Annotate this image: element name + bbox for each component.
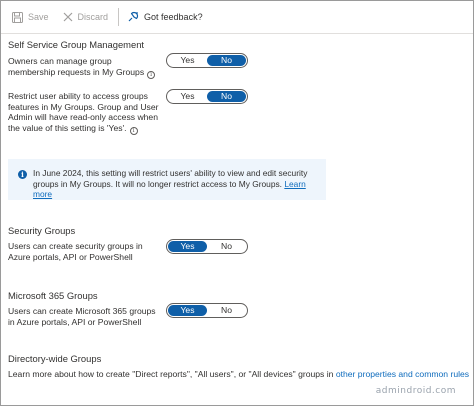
info-banner: i In June 2024, this setting will restri… — [8, 159, 326, 200]
owners-manage-label: Owners can manage group membership reque… — [8, 56, 160, 79]
m365-groups-toggle[interactable]: Yes No — [166, 303, 248, 318]
info-banner-message: In June 2024, this setting will restrict… — [33, 168, 308, 189]
watermark: admindroid.com — [375, 386, 456, 396]
info-icon[interactable]: i — [147, 70, 156, 79]
section-title-security-groups: Security Groups — [8, 225, 76, 236]
save-label: Save — [28, 12, 49, 22]
info-icon[interactable]: i — [129, 126, 138, 135]
section-title-directory-wide: Directory-wide Groups — [8, 353, 102, 364]
m365-groups-no[interactable]: No — [207, 305, 246, 316]
discard-label: Discard — [77, 12, 109, 22]
security-groups-yes[interactable]: Yes — [168, 241, 207, 252]
info-icon: i — [18, 170, 27, 179]
restrict-access-label: Restrict user ability to access groups f… — [8, 91, 160, 135]
restrict-access-yes[interactable]: Yes — [168, 91, 207, 102]
section-title-self-service: Self Service Group Management — [8, 39, 145, 50]
directory-wide-text: Learn more about how to create "Direct r… — [8, 369, 469, 379]
discard-button[interactable]: Discard — [63, 7, 109, 27]
feedback-button[interactable]: Got feedback? — [127, 7, 203, 27]
save-icon — [12, 11, 23, 23]
restrict-access-text: Restrict user ability to access groups f… — [8, 91, 159, 133]
m365-groups-label: Users can create Microsoft 365 groups in… — [8, 306, 156, 327]
info-banner-text: In June 2024, this setting will restrict… — [33, 168, 318, 200]
toolbar-divider — [118, 8, 120, 26]
m365-groups-yes[interactable]: Yes — [168, 305, 207, 316]
feedback-label: Got feedback? — [144, 12, 203, 22]
directory-wide-message: Learn more about how to create "Direct r… — [8, 369, 334, 379]
common-rules-link[interactable]: other properties and common rules — [336, 369, 469, 379]
command-bar: Save Discard Got feedback? — [1, 1, 473, 34]
owners-manage-toggle[interactable]: Yes No — [166, 53, 248, 68]
feedback-icon — [128, 11, 139, 22]
security-groups-toggle[interactable]: Yes No — [166, 239, 248, 254]
owners-manage-no[interactable]: No — [207, 55, 246, 66]
section-title-m365-groups: Microsoft 365 Groups — [8, 290, 98, 301]
owners-manage-text: Owners can manage group membership reque… — [8, 56, 145, 77]
restrict-access-toggle[interactable]: Yes No — [166, 89, 248, 104]
restrict-access-no[interactable]: No — [207, 91, 246, 102]
close-icon — [63, 12, 72, 22]
save-button[interactable]: Save — [12, 7, 49, 27]
owners-manage-yes[interactable]: Yes — [168, 55, 207, 66]
security-groups-no[interactable]: No — [207, 241, 246, 252]
security-groups-label: Users can create security groups in Azur… — [8, 241, 143, 262]
